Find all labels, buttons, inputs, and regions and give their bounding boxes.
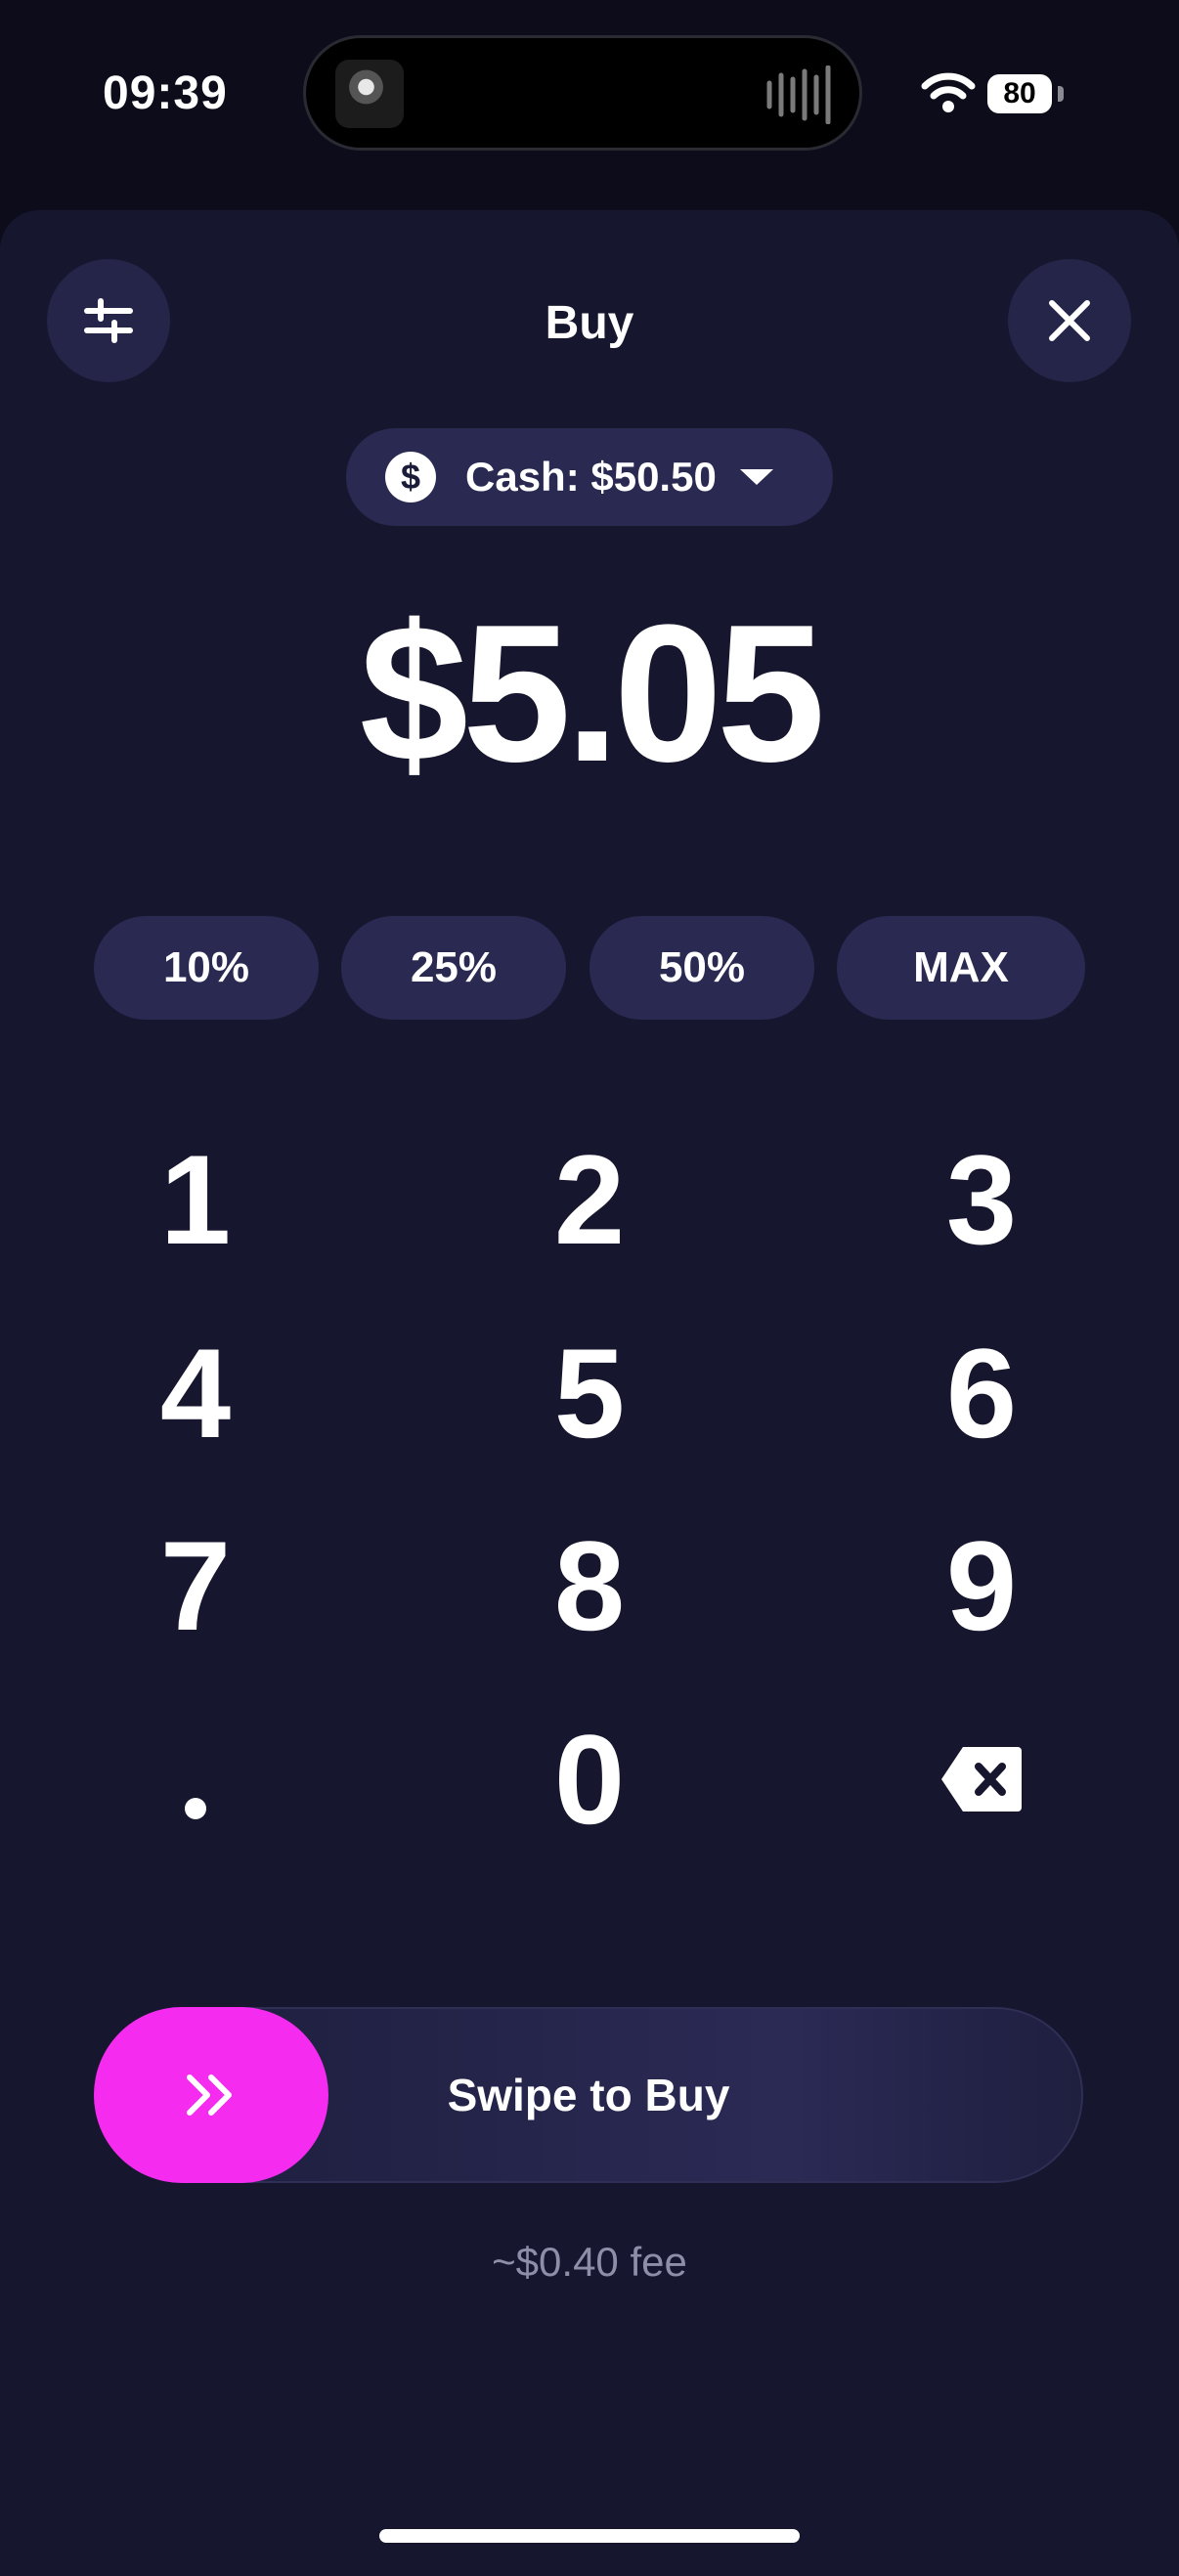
audio-waveform-icon bbox=[766, 65, 831, 124]
swipe-to-buy-slider[interactable]: Swipe to Buy bbox=[94, 2007, 1083, 2183]
key-4[interactable]: 4 bbox=[68, 1310, 323, 1476]
percent-button-10[interactable]: 10% bbox=[94, 916, 319, 1020]
status-bar: 09:39 80 bbox=[0, 0, 1179, 196]
cash-balance-label: Cash: $50.50 bbox=[465, 454, 717, 500]
max-button[interactable]: MAX bbox=[837, 916, 1085, 1020]
double-chevron-right-icon bbox=[187, 2074, 232, 2116]
sheet-title: Buy bbox=[545, 297, 634, 349]
buy-sheet: Buy $ Cash: $50.50 $5.05 10% 25% 50% MAX… bbox=[0, 210, 1179, 2576]
swipe-handle[interactable] bbox=[94, 2007, 328, 2183]
key-6[interactable]: 6 bbox=[854, 1310, 1109, 1476]
home-indicator[interactable] bbox=[379, 2529, 800, 2543]
chevron-down-icon bbox=[739, 469, 773, 485]
key-backspace[interactable] bbox=[854, 1696, 1109, 1862]
cash-selector[interactable]: $ Cash: $50.50 bbox=[346, 428, 833, 526]
close-icon bbox=[1049, 300, 1090, 341]
backspace-icon bbox=[941, 1747, 1022, 1812]
battery-indicator: 80 bbox=[987, 74, 1052, 113]
percent-button-50[interactable]: 50% bbox=[590, 916, 814, 1020]
key-7[interactable]: 7 bbox=[68, 1503, 323, 1669]
key-5[interactable]: 5 bbox=[462, 1310, 717, 1476]
dollar-coin-icon: $ bbox=[385, 452, 436, 502]
key-8[interactable]: 8 bbox=[462, 1503, 717, 1669]
key-3[interactable]: 3 bbox=[854, 1116, 1109, 1283]
swipe-label: Swipe to Buy bbox=[447, 2070, 730, 2120]
decimal-point-icon bbox=[185, 1798, 206, 1819]
fee-label: ~$0.40 fee bbox=[492, 2239, 687, 2285]
status-time: 09:39 bbox=[103, 67, 228, 119]
key-1[interactable]: 1 bbox=[68, 1116, 323, 1283]
percent-button-25[interactable]: 25% bbox=[341, 916, 566, 1020]
battery-cap bbox=[1058, 86, 1064, 102]
key-9[interactable]: 9 bbox=[854, 1503, 1109, 1669]
amount-display: $5.05 bbox=[359, 585, 826, 803]
key-decimal[interactable] bbox=[68, 1696, 323, 1862]
wifi-icon bbox=[921, 72, 976, 112]
key-2[interactable]: 2 bbox=[462, 1116, 717, 1283]
dynamic-island[interactable] bbox=[303, 35, 862, 151]
close-button[interactable] bbox=[1008, 259, 1131, 382]
key-0[interactable]: 0 bbox=[462, 1696, 717, 1862]
now-playing-artwork bbox=[335, 60, 404, 128]
